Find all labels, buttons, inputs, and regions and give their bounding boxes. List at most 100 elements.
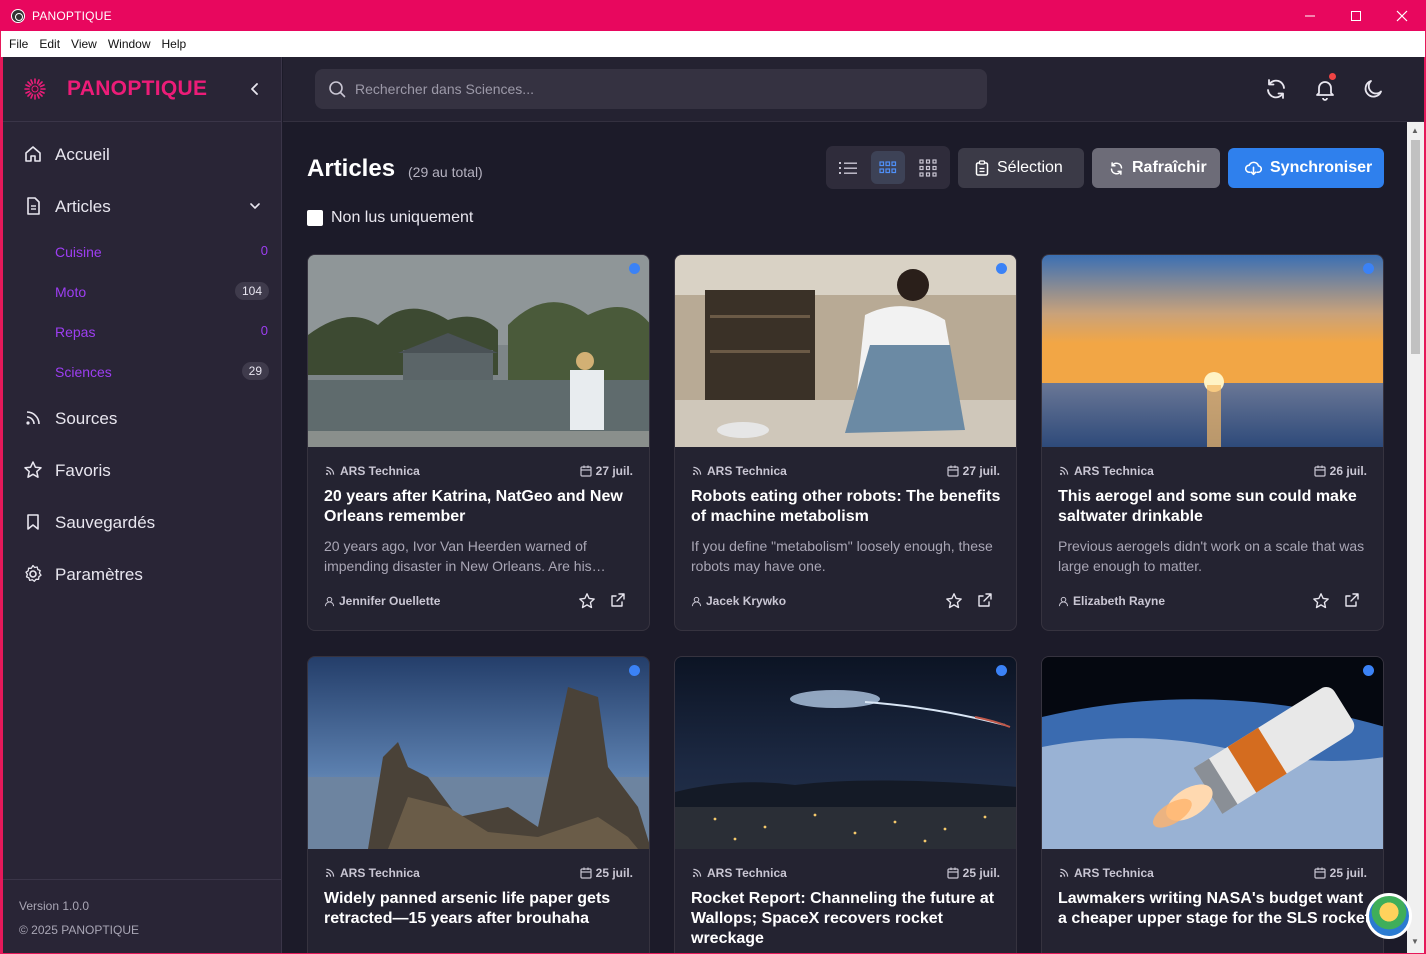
sidebar-item-label: Accueil — [55, 145, 110, 164]
chevron-down-icon — [250, 203, 260, 210]
article-source: ARS Technica — [324, 464, 420, 478]
calendar-icon — [580, 867, 592, 879]
unread-indicator — [996, 263, 1007, 274]
close-button[interactable] — [1379, 0, 1425, 31]
sidebar-item-articles[interactable]: Articles — [3, 186, 282, 226]
menu-file[interactable]: File — [9, 37, 28, 51]
favorite-star-icon[interactable] — [945, 592, 963, 610]
menu-edit[interactable]: Edit — [39, 37, 60, 51]
article-title[interactable]: Widely panned arsenic life paper gets re… — [324, 889, 637, 929]
article-card[interactable]: ARS Technica 25 juil. Lawmakers writing … — [1041, 656, 1384, 953]
external-link-icon[interactable] — [977, 592, 993, 608]
sidebar-item-sauvegardes[interactable]: Sauvegardés — [3, 502, 282, 542]
unread-indicator — [996, 665, 1007, 676]
article-title[interactable]: Robots eating other robots: The benefits… — [691, 487, 1004, 527]
category-count-badge: 29 — [241, 362, 269, 380]
search-icon — [329, 81, 346, 98]
bell-icon — [1316, 81, 1334, 101]
selection-button-label: Sélection — [997, 159, 1063, 176]
external-link-icon[interactable] — [610, 592, 626, 608]
external-link-icon[interactable] — [1344, 592, 1360, 608]
clipboard-icon — [975, 160, 989, 176]
sidebar-item-sources[interactable]: Sources — [3, 398, 282, 438]
user-icon — [1058, 596, 1069, 606]
article-source: ARS Technica — [1058, 464, 1154, 478]
unread-only-checkbox[interactable] — [307, 210, 323, 226]
sidebar-item-label: Paramètres — [55, 565, 143, 584]
sync-button[interactable]: Synchroniser — [1228, 148, 1384, 188]
scrollbar-thumb[interactable] — [1411, 140, 1420, 354]
refresh-icon[interactable] — [1264, 77, 1288, 101]
sidebar-category-cuisine[interactable]: Cuisine 0 — [3, 237, 282, 267]
article-card[interactable]: ARS Technica 25 juil. Widely panned arse… — [307, 656, 650, 953]
article-card[interactable]: ARS Technica 27 juil. Robots eating othe… — [674, 254, 1017, 631]
article-card[interactable]: ARS Technica 26 juil. This aerogel and s… — [1041, 254, 1384, 631]
article-author: Jacek Krywko — [691, 594, 786, 608]
menu-view[interactable]: View — [71, 37, 97, 51]
article-thumbnail — [308, 657, 649, 849]
document-icon — [27, 197, 40, 215]
menu-window[interactable]: Window — [108, 37, 151, 51]
calendar-icon — [1314, 867, 1326, 879]
article-title[interactable]: Rocket Report: Channeling the future at … — [691, 889, 1004, 949]
menu-bar: File Edit View Window Help — [1, 31, 1425, 57]
list-icon — [839, 161, 857, 174]
rss-icon — [325, 466, 335, 476]
article-title[interactable]: This aerogel and some sun could make sal… — [1058, 487, 1371, 527]
article-card[interactable]: ARS Technica 25 juil. Rocket Report: Cha… — [674, 656, 1017, 953]
menu-help[interactable]: Help — [162, 37, 187, 51]
article-description: 20 years ago, Ivor Van Heerden warned of… — [324, 538, 606, 574]
refresh-button-label: Rafraîchir — [1132, 159, 1207, 176]
sidebar-item-favoris[interactable]: Favoris — [3, 450, 282, 490]
calendar-icon — [580, 465, 592, 477]
article-source: ARS Technica — [691, 464, 787, 478]
rss-icon — [692, 868, 702, 878]
minimize-icon — [1305, 15, 1315, 16]
article-image-rocket-launch-night — [675, 657, 1016, 849]
sidebar-item-label: Sources — [55, 409, 118, 428]
brand-name: PANOPTIQUE — [67, 77, 208, 100]
selection-button[interactable]: Sélection — [958, 148, 1084, 188]
article-title[interactable]: Lawmakers writing NASA's budget want a c… — [1058, 889, 1371, 929]
article-image-robot-floor — [675, 255, 1016, 447]
notification-dot — [1329, 73, 1336, 80]
main-scrollbar[interactable]: ▲ ▼ — [1407, 122, 1424, 953]
scroll-up-arrow-icon[interactable]: ▲ — [1411, 126, 1419, 135]
unread-indicator — [629, 665, 640, 676]
collapse-sidebar-icon[interactable] — [247, 81, 263, 97]
compact-grid-icon — [919, 158, 937, 177]
list-view-button[interactable] — [831, 151, 865, 184]
sidebar-item-label: Favoris — [55, 461, 111, 480]
sidebar-category-sciences[interactable]: Sciences 29 — [3, 357, 282, 387]
rss-icon — [26, 411, 40, 425]
unread-only-filter[interactable]: Non lus uniquement — [307, 209, 473, 227]
article-image-flooded-town — [308, 255, 649, 447]
favorite-star-icon[interactable] — [578, 592, 596, 610]
favorite-star-icon[interactable] — [1312, 592, 1330, 610]
article-description: Previous aerogels didn't work on a scale… — [1058, 538, 1365, 574]
category-label: Cuisine — [55, 244, 102, 260]
sidebar-category-moto[interactable]: Moto 104 — [3, 277, 282, 307]
view-toggle — [826, 146, 950, 189]
sidebar-item-parametres[interactable]: Paramètres — [3, 554, 282, 594]
maximize-button[interactable] — [1333, 0, 1379, 31]
notifications-button[interactable] — [1313, 73, 1337, 101]
grid-view-button[interactable] — [871, 151, 905, 184]
article-card[interactable]: ARS Technica 27 juil. 20 years after Kat… — [307, 254, 650, 631]
moon-icon[interactable] — [1361, 77, 1385, 101]
category-label: Repas — [55, 324, 96, 340]
sidebar-footer: Version 1.0.0 © 2025 PANOPTIQUE — [3, 879, 282, 953]
sync-button-label: Synchroniser — [1270, 159, 1373, 176]
category-count-badge: 104 — [234, 282, 269, 300]
category-count: 0 — [260, 243, 268, 258]
floating-assistant-avatar[interactable] — [1366, 893, 1412, 939]
refresh-button[interactable]: Rafraîchir — [1092, 148, 1220, 188]
sidebar-item-accueil[interactable]: Accueil — [3, 134, 282, 174]
search-input[interactable] — [355, 77, 955, 101]
unread-indicator — [629, 263, 640, 274]
compact-grid-view-button[interactable] — [911, 151, 945, 184]
sidebar-category-repas[interactable]: Repas 0 — [3, 317, 282, 347]
article-title[interactable]: 20 years after Katrina, NatGeo and New O… — [324, 487, 637, 527]
scroll-down-arrow-icon[interactable]: ▼ — [1411, 937, 1419, 946]
minimize-button[interactable] — [1287, 0, 1333, 31]
